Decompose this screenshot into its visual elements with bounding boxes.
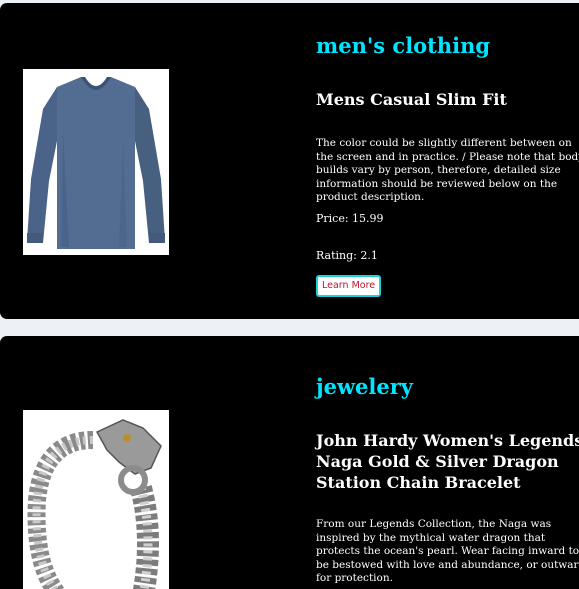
product-description: The color could be slightly different be… [316, 137, 579, 203]
product-title: Mens Casual Slim Fit [316, 90, 507, 109]
learn-more-button[interactable]: Learn More [316, 275, 382, 297]
product-title: John Hardy Women's Legends Naga Gold & S… [316, 431, 579, 492]
product-price: Price: 15.99 [316, 212, 384, 225]
product-image [23, 69, 169, 255]
product-rating: Rating: 2.1 [316, 249, 378, 262]
product-card: jewelery John Hardy Women's Legends Naga… [0, 336, 579, 589]
dragon-bracelet-icon [23, 410, 169, 589]
long-sleeve-shirt-icon [23, 69, 169, 255]
product-image [23, 410, 169, 589]
product-category: men's clothing [316, 33, 491, 58]
product-description: From our Legends Collection, the Naga wa… [316, 518, 579, 584]
product-card: men's clothing Mens Casual Slim Fit The … [0, 3, 579, 319]
product-category: jewelery [316, 374, 414, 399]
